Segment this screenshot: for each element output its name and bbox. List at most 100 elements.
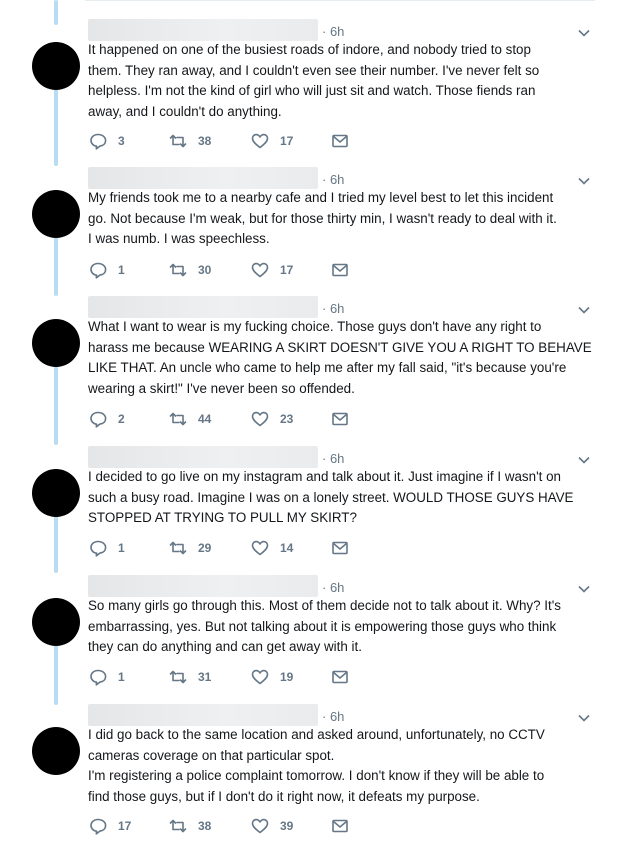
tweet-actions: 2 44 23 [88,409,388,429]
tweet-timestamp[interactable]: · 6h [322,301,344,316]
direct-message-icon [332,541,348,555]
heart-icon [251,818,269,834]
retweet-icon [169,819,187,833]
heart-icon [251,133,269,149]
reply-button[interactable]: 3 [88,131,125,151]
like-count: 39 [280,819,294,833]
reply-count: 1 [118,541,125,555]
like-button[interactable]: 39 [250,816,293,836]
tweet-text-line: they can do anything and can get away wi… [88,639,362,655]
avatar[interactable] [32,319,80,367]
tweet-text-line: STOPPED AT TRYING TO PULL MY SKIRT? [88,510,357,526]
tweet-actions: 17 38 39 [88,816,388,836]
chevron-down-icon[interactable] [577,303,591,317]
tweet-timestamp[interactable]: · 6h [322,24,344,39]
avatar[interactable] [32,598,80,646]
tweet-text-line: What I want to wear is my fucking choice… [88,319,542,334]
chevron-down-icon[interactable] [577,582,591,596]
tweet-timestamp[interactable]: · 6h [322,709,344,724]
reply-button[interactable]: 1 [88,667,125,687]
reply-button[interactable]: 17 [88,816,131,836]
like-count: 17 [280,263,294,277]
reply-icon [90,262,107,279]
direct-message-button[interactable] [330,667,350,687]
reply-count: 17 [118,819,132,833]
retweet-button[interactable]: 30 [168,260,211,280]
reply-button[interactable]: 2 [88,409,125,429]
avatar[interactable] [32,42,80,90]
heart-icon [251,411,269,427]
reply-icon [90,411,107,428]
retweet-count: 30 [198,263,212,277]
avatar[interactable] [32,190,80,238]
avatar[interactable] [32,727,80,775]
retweet-button[interactable]: 29 [168,538,211,558]
direct-message-button[interactable] [330,409,350,429]
direct-message-icon [332,819,348,833]
direct-message-icon [332,670,348,684]
like-count: 17 [280,134,294,148]
tweet-text-line: I'm registering a police complaint tomor… [88,768,545,784]
tweet-text-line: cameras coverage on that particular spot… [88,747,335,763]
like-count: 19 [280,670,294,684]
like-button[interactable]: 23 [250,409,293,429]
direct-message-button[interactable] [330,260,350,280]
retweet-count: 38 [198,819,212,833]
redacted-username[interactable] [88,296,318,318]
retweet-icon [169,134,187,148]
tweet-text: So many girls go through this. Most of t… [88,596,588,658]
tweet-thread: · 6h It happened on one of the busiest r… [0,0,625,845]
avatar[interactable] [32,469,80,517]
reply-button[interactable]: 1 [88,538,125,558]
retweet-count: 38 [198,134,212,148]
chevron-down-icon[interactable] [577,453,591,467]
like-button[interactable]: 17 [250,260,293,280]
like-button[interactable]: 17 [250,131,293,151]
tweet-text-line: I decided to go live on my instagram and… [88,469,561,484]
tweet-text-line: go. Not because I'm weak, but for those … [88,210,557,226]
direct-message-icon [332,263,348,277]
chevron-down-icon[interactable] [577,174,591,188]
tweet-text-line: helpless. I'm not the kind of girl who w… [88,83,536,99]
tweet-text-line: LIKE THAT. An uncle who came to help me … [88,360,567,376]
direct-message-button[interactable] [330,538,350,558]
tweet-timestamp[interactable]: · 6h [322,580,344,595]
tweet-text: My friends took me to a nearby cafe and … [88,188,588,250]
like-count: 23 [280,412,294,426]
direct-message-button[interactable] [330,131,350,151]
direct-message-icon [332,134,348,148]
retweet-button[interactable]: 44 [168,409,211,429]
retweet-button[interactable]: 38 [168,816,211,836]
tweet-timestamp[interactable]: · 6h [322,172,344,187]
redacted-username[interactable] [88,704,318,726]
heart-icon [251,669,269,685]
retweet-button[interactable]: 38 [168,131,211,151]
retweet-count: 44 [198,412,212,426]
reply-button[interactable]: 1 [88,260,125,280]
chevron-down-icon[interactable] [577,26,591,40]
redacted-username[interactable] [88,167,318,189]
redacted-username[interactable] [88,446,318,468]
direct-message-button[interactable] [330,816,350,836]
retweet-button[interactable]: 31 [168,667,211,687]
reply-icon [90,540,107,557]
reply-count: 2 [118,412,125,426]
retweet-icon [169,670,187,684]
tweet-actions: 1 31 19 [88,667,388,687]
redacted-username[interactable] [88,19,318,41]
redacted-username[interactable] [88,575,318,597]
like-button[interactable]: 14 [250,538,293,558]
tweet-actions: 1 29 14 [88,538,388,558]
tweet-timestamp[interactable]: · 6h [322,451,344,466]
thread-connector-line [54,0,58,25]
chevron-down-icon[interactable] [577,711,591,725]
reply-icon [90,818,107,835]
tweet-text: I decided to go live on my instagram and… [88,467,588,529]
tweet-text-line: such a busy road. Imagine I was on a lon… [88,489,574,505]
tweet-text: What I want to wear is my fucking choice… [88,317,592,399]
tweet-text-line: So many girls go through this. Most of t… [88,598,561,613]
like-button[interactable]: 19 [250,667,293,687]
like-count: 14 [280,541,294,555]
retweet-icon [169,263,187,277]
tweet-actions: 3 38 17 [88,131,388,151]
